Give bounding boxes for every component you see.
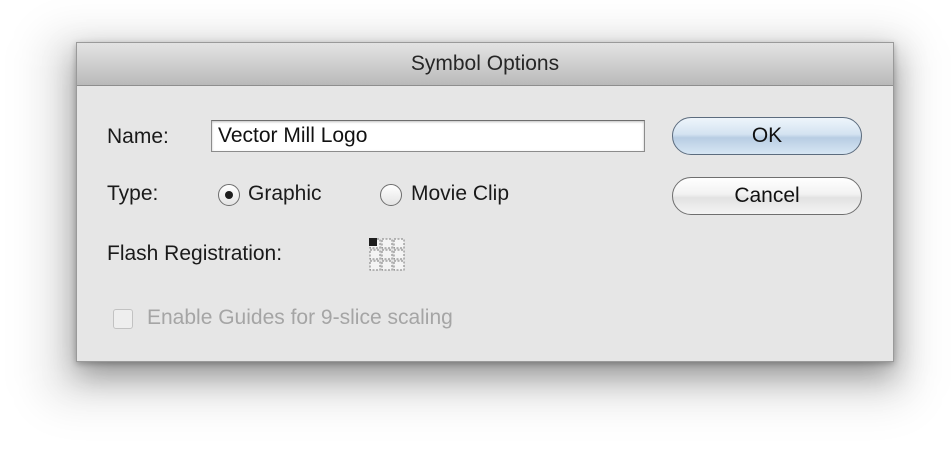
symbol-options-dialog: Symbol Options Name: OK Cancel Type: Gra… xyxy=(76,42,894,362)
name-label: Name: xyxy=(107,125,169,148)
name-input[interactable] xyxy=(211,120,645,152)
registration-grid-icon[interactable] xyxy=(367,236,407,274)
type-label: Type: xyxy=(107,182,159,205)
movie-clip-radio[interactable] xyxy=(380,184,402,206)
graphic-radio-label[interactable]: Graphic xyxy=(248,182,322,206)
flash-registration-label: Flash Registration: xyxy=(107,242,283,265)
enable-guides-checkbox[interactable] xyxy=(113,309,133,329)
graphic-radio[interactable] xyxy=(218,184,240,206)
cancel-button[interactable]: Cancel xyxy=(672,177,862,215)
radio-selected-dot xyxy=(225,191,233,199)
ok-button[interactable]: OK xyxy=(672,117,862,155)
dialog-title: Symbol Options xyxy=(77,43,893,86)
enable-guides-label: Enable Guides for 9-slice scaling xyxy=(147,306,453,329)
movie-clip-radio-label[interactable]: Movie Clip xyxy=(411,182,509,206)
registration-point-selected[interactable] xyxy=(369,238,377,246)
